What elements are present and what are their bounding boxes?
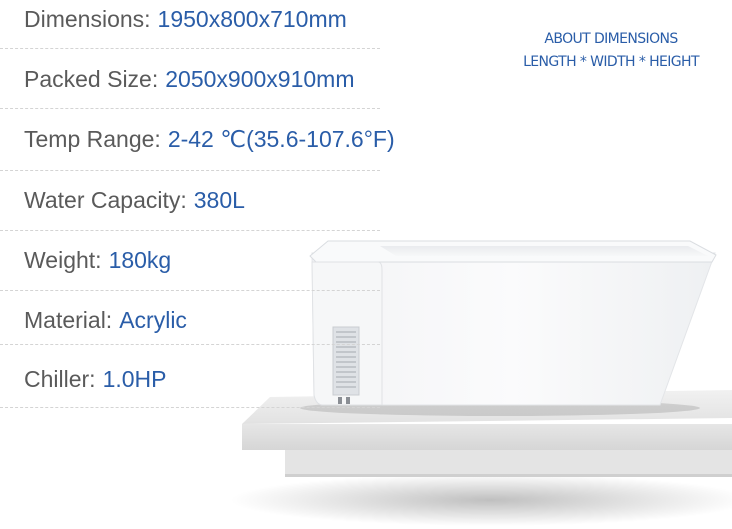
spec-label: Temp Range:: [24, 126, 161, 152]
spec-row-temp-range: Temp Range: 2-42 ℃(35.6-107.6°F): [0, 126, 395, 171]
spec-row-chiller: Chiller: 1.0HP: [0, 368, 380, 408]
spec-row-dimensions: Dimensions: 1950x800x710mm: [0, 8, 380, 49]
about-dimensions-note: ABOUT DIMENSIONS LENGTH * WIDTH * HEIGHT: [500, 28, 722, 74]
spec-value: 2050x900x910mm: [165, 66, 355, 92]
about-title: ABOUT DIMENSIONS: [544, 31, 678, 47]
spec-value: 180kg: [108, 247, 172, 273]
spec-row-water-capacity: Water Capacity: 380L: [0, 189, 380, 231]
spec-value: Acrylic: [119, 307, 187, 333]
shelf-shadow: [230, 474, 732, 526]
spec-value: 1.0HP: [102, 366, 167, 392]
spec-value: 1950x800x710mm: [157, 6, 347, 32]
spec-label: Water Capacity:: [24, 187, 187, 213]
spec-value: 2-42 ℃(35.6-107.6°F): [167, 126, 395, 152]
spec-label: Chiller:: [24, 366, 96, 392]
spec-label: Material:: [24, 307, 113, 333]
spec-value: 380L: [193, 187, 245, 213]
spec-row-material: Material: Acrylic: [0, 309, 380, 345]
spec-row-packed-size: Packed Size: 2050x900x910mm: [0, 68, 380, 109]
spec-label: Weight:: [24, 247, 102, 273]
spec-label: Packed Size:: [24, 66, 159, 92]
spec-label: Dimensions:: [24, 6, 151, 32]
about-subtitle: LENGTH * WIDTH * HEIGHT: [523, 54, 699, 70]
spec-row-weight: Weight: 180kg: [0, 249, 380, 291]
